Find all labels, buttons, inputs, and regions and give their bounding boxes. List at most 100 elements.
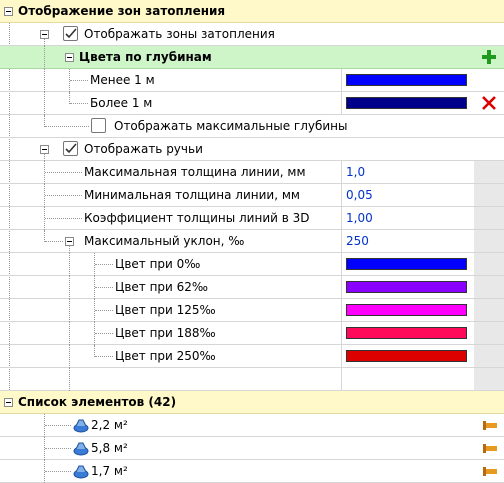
button-cell [474, 276, 504, 298]
collapse-icon[interactable] [40, 30, 49, 39]
color-swatch-more-1m[interactable] [346, 97, 467, 109]
category-flood-zones[interactable]: Отображение зон затопления [0, 0, 504, 23]
tree-line [69, 276, 70, 299]
checkbox-show-streams[interactable] [63, 141, 78, 156]
row-more-1m[interactable]: Более 1 м [0, 92, 504, 115]
button-cell [474, 207, 504, 229]
row-max-slope[interactable]: Максимальный уклон, ‰ 250 [0, 230, 504, 253]
color-swatch-less-1m[interactable] [346, 74, 467, 86]
row-max-line-width[interactable]: Максимальная толщина линии, мм 1,0 [0, 161, 504, 184]
tree-line [95, 310, 113, 311]
tree-line [45, 172, 82, 173]
row-label: Отображать зоны затопления [84, 27, 275, 41]
row-spacer [0, 368, 504, 391]
row-show-flood-zones[interactable]: Отображать зоны затопления [0, 23, 504, 46]
row-color-188[interactable]: Цвет при 188‰ [0, 322, 504, 345]
row-label: Цвет при 62‰ [115, 280, 209, 294]
element-label: 2,2 м² [91, 418, 128, 432]
button-cell [474, 184, 504, 206]
checkbox-show-max-depths[interactable] [91, 118, 106, 133]
row-color-250[interactable]: Цвет при 250‰ [0, 345, 504, 368]
row-color-0[interactable]: Цвет при 0‰ [0, 253, 504, 276]
color-swatch-250[interactable] [346, 350, 467, 362]
subcategory-depth-colors[interactable]: Цвета по глубинам [0, 46, 504, 69]
row-show-max-depths[interactable]: Отображать максимальные глубины [0, 115, 504, 138]
ruler-icon[interactable] [483, 466, 497, 476]
tree-line [69, 322, 70, 345]
column-divider [341, 276, 342, 298]
row-label: Максимальная толщина линии, мм [84, 165, 306, 179]
column-divider [341, 69, 342, 91]
row-label: Более 1 м [90, 96, 153, 110]
tree-line [69, 253, 70, 276]
color-swatch-188[interactable] [346, 327, 467, 339]
tree-line [95, 333, 113, 334]
color-swatch-0[interactable] [346, 258, 467, 270]
water-element-icon [73, 465, 89, 479]
color-swatch-125[interactable] [346, 304, 467, 316]
value-min-line-width[interactable]: 0,05 [346, 184, 373, 206]
column-divider [341, 230, 342, 252]
row-label: Цвет при 0‰ [115, 257, 201, 271]
column-divider [341, 299, 342, 321]
row-less-1m[interactable]: Менее 1 м [0, 69, 504, 92]
column-divider [341, 184, 342, 206]
tree-line [45, 425, 71, 426]
color-swatch-62[interactable] [346, 281, 467, 293]
value-max-slope[interactable]: 250 [346, 230, 369, 252]
row-min-line-width[interactable]: Минимальная толщина линии, мм 0,05 [0, 184, 504, 207]
list-item-element[interactable]: 1,7 м² [0, 460, 504, 483]
tree-line [69, 345, 70, 368]
row-label: Цвет при 250‰ [115, 349, 216, 363]
row-label: Отображать ручьи [84, 142, 203, 156]
column-divider [341, 368, 342, 390]
row-label: Минимальная толщина линии, мм [84, 188, 300, 202]
column-divider [341, 345, 342, 367]
category-element-list[interactable]: Список элементов (42) [0, 391, 504, 414]
water-element-icon [73, 419, 89, 433]
column-divider [341, 161, 342, 183]
column-divider [341, 253, 342, 275]
collapse-icon[interactable] [4, 398, 13, 407]
x-icon[interactable] [481, 95, 497, 111]
tree-line [45, 195, 82, 196]
element-label: 1,7 м² [91, 464, 128, 478]
tree-line [69, 368, 70, 391]
list-item-element[interactable]: 2,2 м² [0, 414, 504, 437]
value-line-width-coef-3d[interactable]: 1,00 [346, 207, 373, 229]
row-color-62[interactable]: Цвет при 62‰ [0, 276, 504, 299]
tree-line [44, 69, 45, 92]
collapse-icon[interactable] [40, 145, 49, 154]
category-label: Отображение зон затопления [18, 4, 226, 18]
plus-icon[interactable] [481, 49, 497, 65]
value-max-line-width[interactable]: 1,0 [346, 161, 365, 183]
list-item-element[interactable]: 5,8 м² [0, 437, 504, 460]
collapse-icon[interactable] [65, 237, 74, 246]
checkbox-show-flood-zones[interactable] [63, 26, 78, 41]
element-label: 5,8 м² [91, 441, 128, 455]
button-cell [474, 69, 504, 91]
tree-line [45, 241, 63, 242]
column-divider [341, 207, 342, 229]
tree-line [45, 471, 71, 472]
row-label: Коэффициент толщины линий в 3D [84, 211, 310, 225]
tree-line [44, 46, 45, 69]
collapse-icon[interactable] [4, 7, 13, 16]
tree-line [45, 126, 89, 127]
ruler-icon[interactable] [483, 420, 497, 430]
tree-line [45, 218, 82, 219]
collapse-icon[interactable] [65, 53, 74, 62]
row-label: Менее 1 м [90, 73, 155, 87]
button-cell [474, 368, 504, 390]
ruler-icon[interactable] [483, 443, 497, 453]
tree-line [95, 356, 113, 357]
row-show-streams[interactable]: Отображать ручьи [0, 138, 504, 161]
row-line-width-coef-3d[interactable]: Коэффициент толщины линий в 3D 1,00 [0, 207, 504, 230]
button-cell [474, 253, 504, 275]
subcategory-label: Цвета по глубинам [79, 50, 212, 64]
row-label: Максимальный уклон, ‰ [84, 234, 245, 248]
row-color-125[interactable]: Цвет при 125‰ [0, 299, 504, 322]
button-cell [474, 230, 504, 252]
tree-line [45, 448, 71, 449]
button-cell [474, 299, 504, 321]
